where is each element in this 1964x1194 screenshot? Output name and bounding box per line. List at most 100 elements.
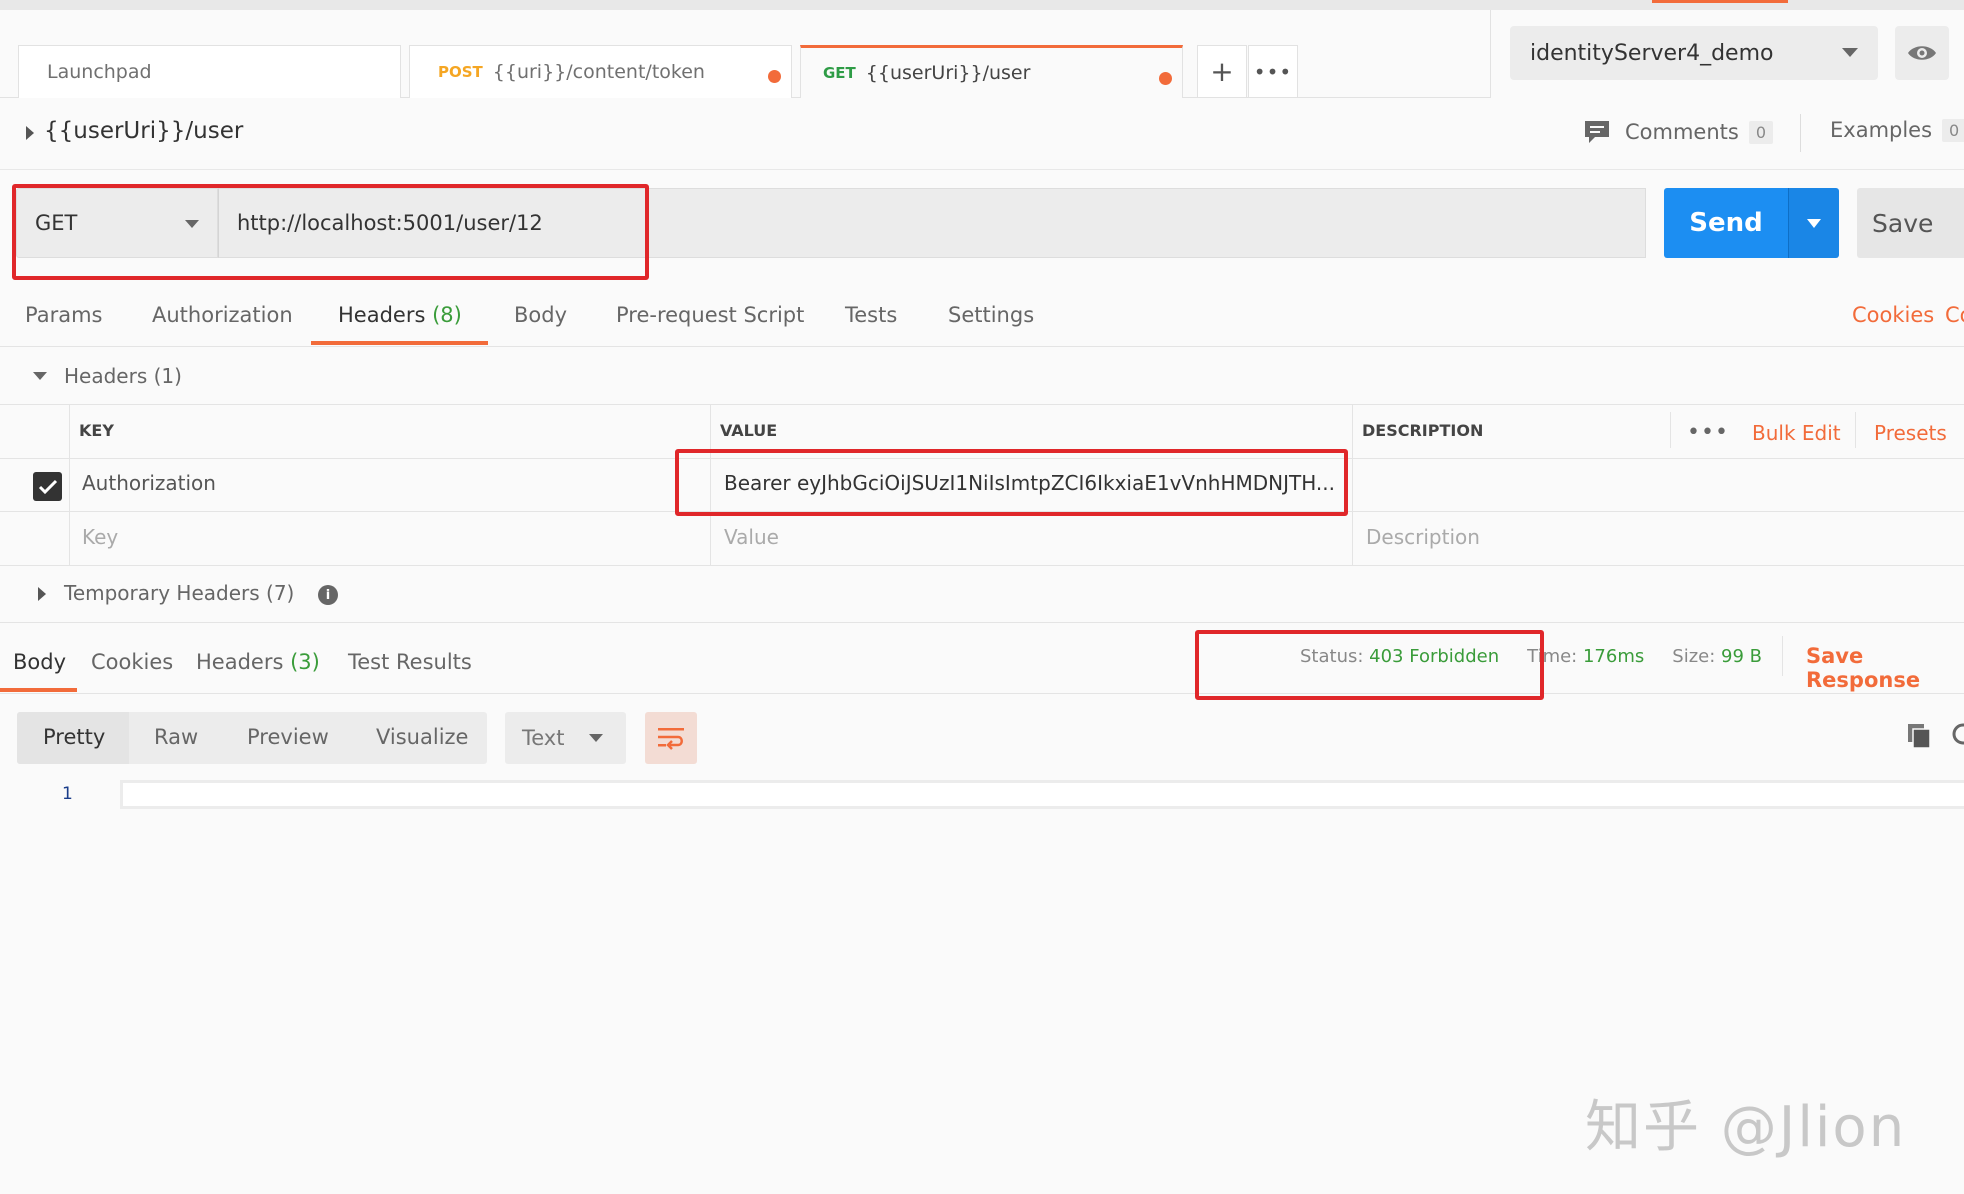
- more-options-icon[interactable]: •••: [1687, 420, 1729, 445]
- view-raw-button[interactable]: Raw: [154, 725, 198, 749]
- new-tab-button[interactable]: +: [1197, 45, 1247, 98]
- column-header-description: DESCRIPTION: [1362, 421, 1484, 440]
- response-tab-cookies[interactable]: Cookies: [91, 650, 173, 674]
- divider: [1782, 636, 1783, 676]
- cookies-link[interactable]: Cookies: [1852, 303, 1934, 327]
- highlight-box-value: [675, 449, 1348, 516]
- tab-bar: Launchpad POST {{uri}}/content/token GET…: [0, 10, 1490, 98]
- tab-method: GET: [823, 64, 856, 82]
- tab-label: {{userUri}}/user: [865, 62, 1031, 84]
- tab-prerequest-script[interactable]: Pre-request Script: [616, 303, 804, 327]
- response-tab-headers[interactable]: Headers (3): [196, 650, 320, 674]
- plus-icon: +: [1210, 55, 1234, 88]
- new-key-input[interactable]: Key: [82, 525, 118, 549]
- save-label: Save: [1872, 208, 1934, 238]
- highlight-box-status: [1195, 630, 1544, 700]
- column-header-key: KEY: [79, 421, 114, 440]
- new-value-input[interactable]: Value: [724, 525, 779, 549]
- caret-down-icon: [589, 734, 603, 742]
- caret-down-icon[interactable]: [33, 372, 47, 380]
- divider: [1800, 114, 1801, 152]
- size-label: Size:: [1672, 646, 1716, 667]
- divider: [1490, 10, 1491, 98]
- bulk-edit-link[interactable]: Bulk Edit: [1752, 421, 1841, 445]
- copy-icon: [1908, 724, 1931, 749]
- watermark: 知乎 @Jlion: [1585, 1095, 1907, 1160]
- request-name[interactable]: {{userUri}}/user: [44, 118, 243, 144]
- view-pretty-button[interactable]: Pretty: [43, 725, 105, 749]
- comments-count: 0: [1748, 120, 1774, 144]
- tab-launchpad[interactable]: Launchpad: [18, 45, 401, 98]
- format-select[interactable]: Text: [505, 712, 626, 764]
- info-icon[interactable]: i: [318, 585, 338, 605]
- line-number: 1: [62, 784, 73, 804]
- new-description-input[interactable]: Description: [1366, 525, 1480, 549]
- save-response-button[interactable]: Save Response: [1806, 644, 1964, 692]
- wrap-lines-button[interactable]: [645, 712, 697, 764]
- tab-post-token[interactable]: POST {{uri}}/content/token: [409, 45, 792, 98]
- tab-options-button[interactable]: •••: [1248, 45, 1298, 98]
- caret-down-icon: [1842, 48, 1858, 57]
- check-icon: [38, 479, 57, 494]
- unsaved-dot-icon: [768, 70, 781, 83]
- caret-down-icon: [1807, 218, 1821, 228]
- temporary-headers-title[interactable]: Temporary Headers (7): [64, 581, 294, 605]
- search-button[interactable]: [1950, 722, 1964, 754]
- table-border: [0, 404, 1964, 405]
- active-tab-indicator: [311, 341, 488, 345]
- environment-quick-look-button[interactable]: [1895, 26, 1949, 80]
- tab-settings[interactable]: Settings: [948, 303, 1034, 327]
- view-preview-button[interactable]: Preview: [247, 725, 329, 749]
- tab-label: {{uri}}/content/token: [492, 61, 705, 83]
- format-label: Text: [522, 726, 565, 750]
- more-icon: •••: [1253, 59, 1293, 84]
- table-border: [1855, 412, 1856, 448]
- comments-button[interactable]: Comments 0: [1583, 118, 1774, 146]
- table-border: [69, 404, 70, 566]
- time-value: 176ms: [1582, 646, 1645, 667]
- top-accent: [1652, 0, 1788, 3]
- tab-get-user[interactable]: GET {{userUri}}/user: [800, 45, 1183, 98]
- unsaved-dot-icon: [1159, 72, 1172, 85]
- search-icon: [1952, 723, 1964, 745]
- tab-body[interactable]: Body: [514, 303, 567, 327]
- table-border: [0, 565, 1964, 566]
- response-tab-headers-count: (3): [290, 650, 320, 674]
- header-enabled-checkbox[interactable]: [33, 472, 62, 501]
- request-tabs: Params Authorization Headers (8) Body Pr…: [0, 285, 1964, 347]
- presets-link[interactable]: Presets: [1874, 421, 1947, 445]
- wrap-lines-icon: [658, 728, 684, 750]
- send-label: Send: [1689, 208, 1763, 238]
- tab-label: Launchpad: [47, 61, 152, 83]
- active-tab-indicator: [0, 688, 77, 692]
- response-tab-headers-label: Headers: [196, 650, 284, 674]
- response-body-editor[interactable]: [120, 780, 1964, 809]
- examples-button[interactable]: Examples 0: [1830, 118, 1964, 142]
- tab-headers[interactable]: Headers (8): [338, 303, 462, 327]
- header-key-cell[interactable]: Authorization: [82, 471, 216, 495]
- comment-icon: [1585, 121, 1609, 143]
- caret-right-icon[interactable]: [26, 126, 34, 140]
- size-value: 99 B: [1721, 646, 1762, 667]
- tab-authorization[interactable]: Authorization: [152, 303, 293, 327]
- highlight-box-url: [12, 184, 649, 280]
- tab-tests[interactable]: Tests: [845, 303, 897, 327]
- table-border: [1352, 404, 1353, 566]
- tab-headers-label: Headers: [338, 303, 426, 327]
- tab-params[interactable]: Params: [25, 303, 103, 327]
- tab-method: POST: [438, 63, 483, 81]
- send-options-button[interactable]: [1788, 188, 1839, 258]
- view-visualize-button[interactable]: Visualize: [376, 725, 468, 749]
- response-tab-test-results[interactable]: Test Results: [348, 650, 472, 674]
- caret-right-icon[interactable]: [38, 587, 46, 601]
- column-header-value: VALUE: [720, 421, 778, 440]
- examples-count: 0: [1942, 118, 1964, 142]
- tab-headers-count: (8): [432, 303, 462, 327]
- code-link[interactable]: Co: [1945, 303, 1964, 327]
- send-button[interactable]: Send: [1664, 188, 1788, 258]
- copy-button[interactable]: [1906, 722, 1932, 754]
- save-button[interactable]: Save: [1857, 188, 1964, 258]
- environment-select[interactable]: identityServer4_demo: [1510, 26, 1878, 80]
- examples-label: Examples: [1830, 118, 1933, 142]
- response-tab-body[interactable]: Body: [13, 650, 66, 674]
